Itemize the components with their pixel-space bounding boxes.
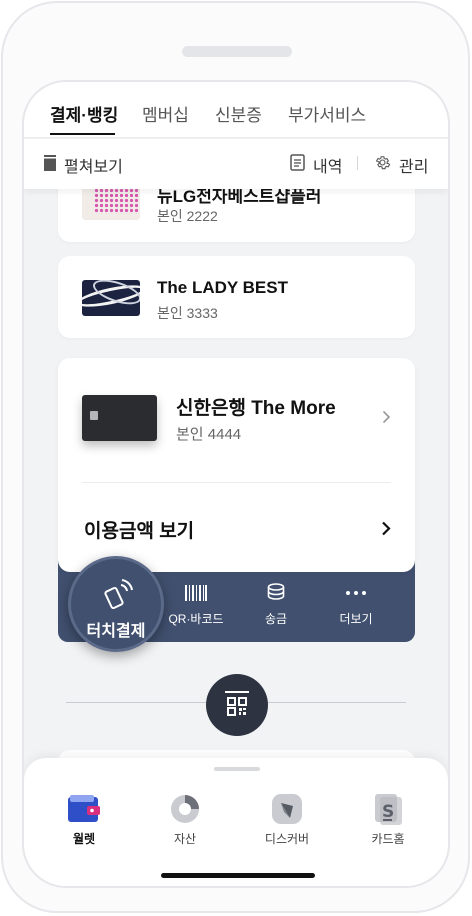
card-thumbnail (82, 280, 140, 316)
compass-icon (247, 792, 327, 826)
speaker-slot (182, 46, 292, 57)
manage-button[interactable]: 관리 (374, 153, 428, 177)
expand-view-button[interactable]: 펼쳐보기 (44, 153, 123, 177)
card-item[interactable]: The LADY BEST 본인 3333 (58, 256, 415, 338)
card-thumbnail[interactable] (82, 395, 157, 441)
pie-chart-icon (145, 792, 225, 826)
nav-wallet-label: 월렛 (72, 832, 96, 846)
more-dots-icon (316, 582, 396, 604)
qr-scan-icon (223, 689, 251, 722)
card-name: The LADY BEST (157, 278, 288, 297)
wallet-toolbar: 펼쳐보기 내역 관리 (24, 139, 448, 189)
selected-card-name[interactable]: 신한은행 The More (176, 393, 336, 420)
more-button[interactable]: 더보기 (316, 582, 396, 627)
qr-barcode-button[interactable]: QR·바코드 (156, 582, 236, 627)
card-owner: 본인 2222 (157, 208, 218, 224)
wallet-icon (44, 792, 124, 826)
manage-label: 관리 (399, 159, 429, 176)
nav-discover[interactable]: 디스커버 (247, 792, 327, 847)
qr-barcode-label: QR·바코드 (168, 612, 224, 626)
usage-amount-label: 이용금액 보기 (84, 521, 195, 542)
tab-extra-services[interactable]: 부가서비스 (288, 101, 366, 126)
more-label: 더보기 (339, 612, 373, 626)
nav-card-home[interactable]: S 카드홈 (348, 792, 428, 847)
nfc-phone-icon (104, 577, 134, 614)
nav-discover-label: 디스커버 (264, 832, 310, 846)
bottom-navigation: 월렛 자산 디스커버 S 카드홈 (24, 758, 448, 886)
stack-icon (44, 154, 56, 176)
transfer-button[interactable]: 송금 (236, 582, 316, 627)
expand-view-label: 펼쳐보기 (64, 159, 123, 176)
card-thumbnail (82, 184, 140, 220)
qr-scan-button[interactable] (206, 674, 268, 736)
chevron-right-icon[interactable] (382, 410, 391, 429)
history-label: 내역 (313, 159, 343, 176)
usage-amount-row[interactable]: 이용금액 보기 (82, 496, 391, 556)
toolbar-divider (357, 156, 358, 170)
app-screen: 결제·뱅킹 멤버십 신분증 부가서비스 펼쳐보기 내역 관리 뉴LG전자베스트샵… (22, 80, 450, 888)
history-button[interactable]: 내역 (290, 153, 342, 177)
list-doc-icon (290, 154, 305, 176)
nav-assets-label: 자산 (173, 832, 197, 846)
barcode-icon (156, 582, 236, 604)
gear-icon (374, 154, 391, 176)
transfer-label: 송금 (264, 612, 288, 626)
card-owner: 본인 3333 (157, 305, 218, 321)
card-home-icon: S (348, 792, 428, 826)
selected-card-owner: 본인 4444 (176, 426, 242, 443)
nav-wallet[interactable]: 월렛 (44, 792, 124, 847)
touch-pay-label: 터치결제 (86, 623, 146, 640)
sheet-grabber[interactable] (214, 767, 260, 771)
active-tab-indicator (50, 133, 115, 135)
nav-assets[interactable]: 자산 (145, 792, 225, 847)
touch-pay-button[interactable]: 터치결제 (68, 556, 164, 652)
coins-icon (236, 582, 316, 604)
home-indicator (161, 873, 315, 878)
tab-payment-banking[interactable]: 결제·뱅킹 (50, 101, 118, 126)
tab-bar: 결제·뱅킹 멤버십 신분증 부가서비스 (24, 82, 448, 138)
card-divider (82, 482, 391, 483)
tab-membership[interactable]: 멤버십 (142, 101, 189, 126)
selected-card: 신한은행 The More 본인 4444 이용금액 보기 (58, 358, 415, 572)
nav-card-home-label: 카드홈 (371, 832, 405, 846)
tab-id-card[interactable]: 신분증 (215, 101, 262, 126)
chevron-right-icon (381, 521, 391, 541)
